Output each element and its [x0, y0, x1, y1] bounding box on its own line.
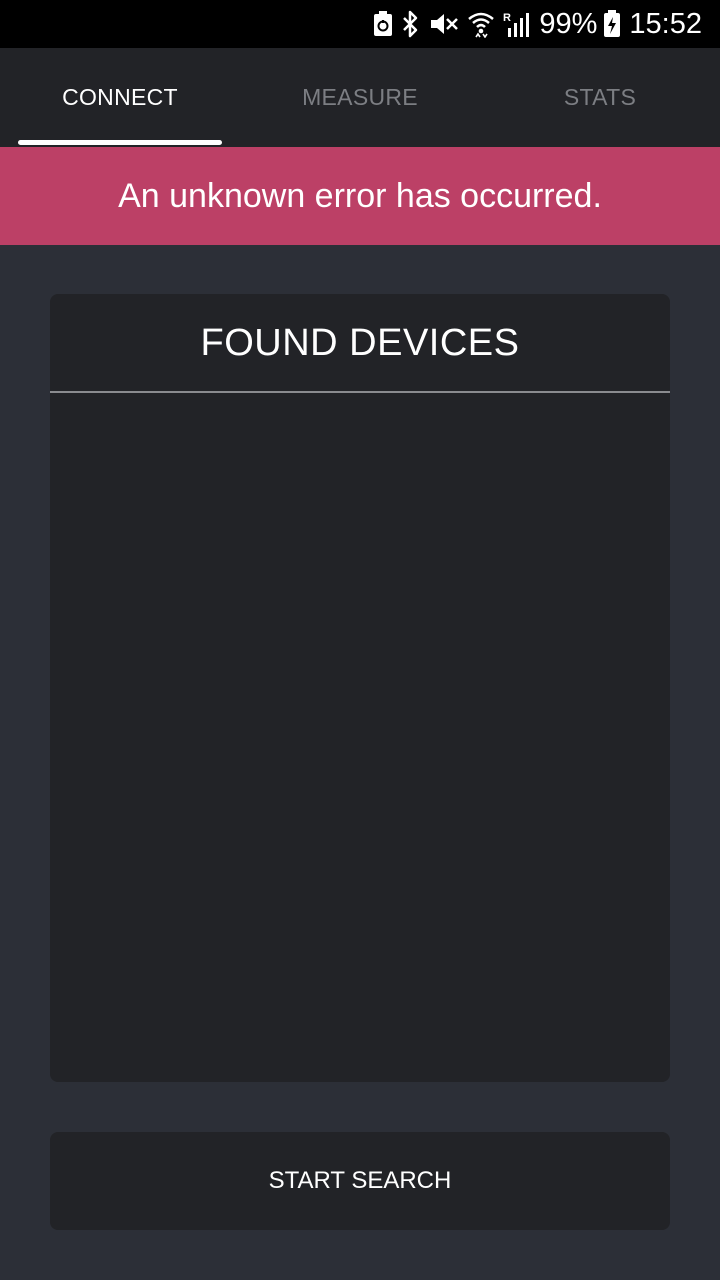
wifi-icon [467, 0, 495, 48]
clock: 15:52 [629, 7, 702, 40]
devices-list[interactable] [50, 393, 670, 1082]
mute-icon [429, 0, 459, 48]
found-devices-title: FOUND DEVICES [200, 321, 520, 364]
svg-text:R: R [503, 12, 511, 24]
tab-connect[interactable]: CONNECT [0, 48, 240, 147]
signal-icon: R [503, 0, 531, 48]
status-bar: R 99% 15:52 [0, 0, 720, 48]
bluetooth-icon [401, 0, 421, 48]
tab-bar: CONNECT MEASURE STATS [0, 48, 720, 147]
error-message: An unknown error has occurred. [118, 176, 602, 215]
battery-charging-icon [603, 0, 621, 48]
start-search-button[interactable]: START SEARCH [50, 1132, 670, 1230]
battery-saver-icon [373, 0, 393, 48]
battery-percent: 99% [539, 7, 598, 40]
found-devices-panel: FOUND DEVICES [50, 294, 670, 1082]
error-banner: An unknown error has occurred. [0, 147, 720, 245]
tab-stats[interactable]: STATS [480, 48, 720, 147]
tab-measure[interactable]: MEASURE [240, 48, 480, 147]
active-tab-indicator [18, 140, 222, 145]
